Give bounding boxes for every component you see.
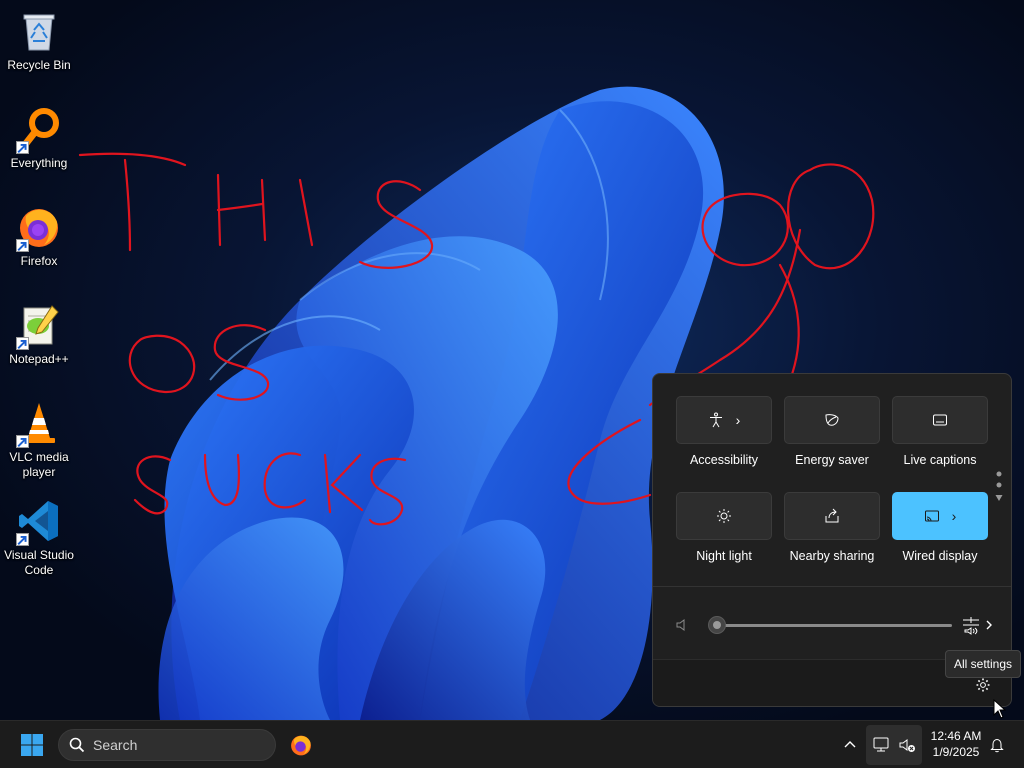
notepad-plus-plus-icon	[16, 302, 62, 350]
shortcut-arrow-icon	[16, 141, 29, 154]
chevron-up-icon	[844, 741, 856, 748]
energy-saver-leaf-icon	[825, 414, 839, 426]
gear-icon	[976, 678, 990, 692]
volume-control	[675, 614, 995, 636]
tile-label: Accessibility	[689, 453, 759, 467]
tile-live-captions[interactable]: Live captions	[892, 396, 988, 467]
taskbar: 12:46 AM 1/9/2025	[0, 720, 1024, 768]
desktop-icon-notepad-plus-plus[interactable]: Notepad++	[0, 302, 78, 367]
all-settings-tooltip: All settings	[945, 650, 1022, 678]
tile-accessibility[interactable]: › Accessibility	[676, 396, 772, 467]
taskbar-search-box[interactable]	[58, 729, 276, 761]
chevron-right-icon: ›	[735, 412, 741, 428]
wired-display-toggle-button[interactable]: ›	[892, 492, 988, 540]
search-icon	[69, 737, 85, 753]
shortcut-arrow-icon	[16, 533, 29, 546]
desktop-icon-label: Recycle Bin	[7, 58, 71, 72]
firefox-icon	[291, 735, 311, 756]
firefox-icon	[16, 204, 62, 252]
mouse-cursor-icon	[993, 699, 1007, 719]
search-input[interactable]	[93, 737, 253, 753]
shortcut-arrow-icon	[16, 435, 29, 448]
shortcut-arrow-icon	[16, 337, 29, 350]
show-hidden-icons-button[interactable]	[838, 733, 862, 757]
cast-icon	[924, 510, 939, 522]
vlc-cone-icon	[16, 400, 62, 448]
tile-wired-display[interactable]: › Wired display	[892, 492, 988, 563]
tile-label: Live captions	[903, 453, 977, 467]
volume-slider-track[interactable]	[718, 624, 952, 627]
live-captions-toggle-button[interactable]	[892, 396, 988, 444]
speaker-icon[interactable]	[675, 617, 691, 633]
taskbar-firefox-button[interactable]	[284, 729, 318, 761]
nearby-sharing-icon	[825, 508, 839, 523]
energy-saver-toggle-button[interactable]	[784, 396, 880, 444]
network-wired-icon	[873, 737, 889, 752]
tile-energy-saver[interactable]: Energy saver	[784, 396, 880, 467]
tile-nearby-sharing[interactable]: Nearby sharing	[784, 492, 880, 563]
everything-search-icon	[16, 106, 62, 154]
desktop-icon-firefox[interactable]: Firefox	[0, 204, 78, 269]
audio-output-select-icon[interactable]	[961, 615, 995, 635]
accessibility-icon	[709, 412, 722, 428]
night-light-toggle-button[interactable]	[676, 492, 772, 540]
live-captions-icon	[933, 414, 947, 426]
accessibility-toggle-button[interactable]: ›	[676, 396, 772, 444]
bell-icon	[990, 738, 1004, 753]
panel-divider	[653, 586, 1011, 587]
tile-night-light[interactable]: Night light	[676, 492, 772, 563]
network-volume-status-button[interactable]	[866, 725, 922, 765]
tile-label: Nearby sharing	[789, 549, 875, 563]
vscode-icon	[16, 498, 62, 546]
volume-slider-thumb[interactable]	[708, 616, 726, 634]
desktop-icon-vscode[interactable]: Visual Studio Code	[0, 498, 78, 578]
volume-muted-icon	[899, 739, 915, 752]
nearby-sharing-toggle-button[interactable]	[784, 492, 880, 540]
recycle-bin-icon	[16, 8, 62, 54]
desktop-icon-everything[interactable]: Everything	[0, 106, 78, 171]
notifications-button[interactable]	[986, 733, 1008, 757]
tile-label: Night light	[696, 549, 752, 563]
clock-time: 12:46 AM	[930, 729, 982, 743]
tile-label: Wired display	[902, 549, 978, 563]
desktop-icon-vlc[interactable]: VLC media player	[0, 400, 78, 480]
desktop-icon-recycle-bin[interactable]: Recycle Bin	[0, 8, 78, 73]
page-indicator[interactable]	[995, 470, 1003, 509]
windows-logo-icon	[21, 734, 43, 756]
night-light-sun-icon	[717, 509, 731, 523]
chevron-right-icon: ›	[951, 508, 957, 524]
taskbar-clock[interactable]: 12:46 AM 1/9/2025	[924, 728, 988, 760]
tile-label: Energy saver	[795, 453, 869, 467]
desktop-icon-label: Visual Studio Code	[4, 548, 74, 577]
shortcut-arrow-icon	[16, 239, 29, 252]
start-button[interactable]	[14, 729, 50, 761]
clock-date: 1/9/2025	[932, 745, 980, 759]
